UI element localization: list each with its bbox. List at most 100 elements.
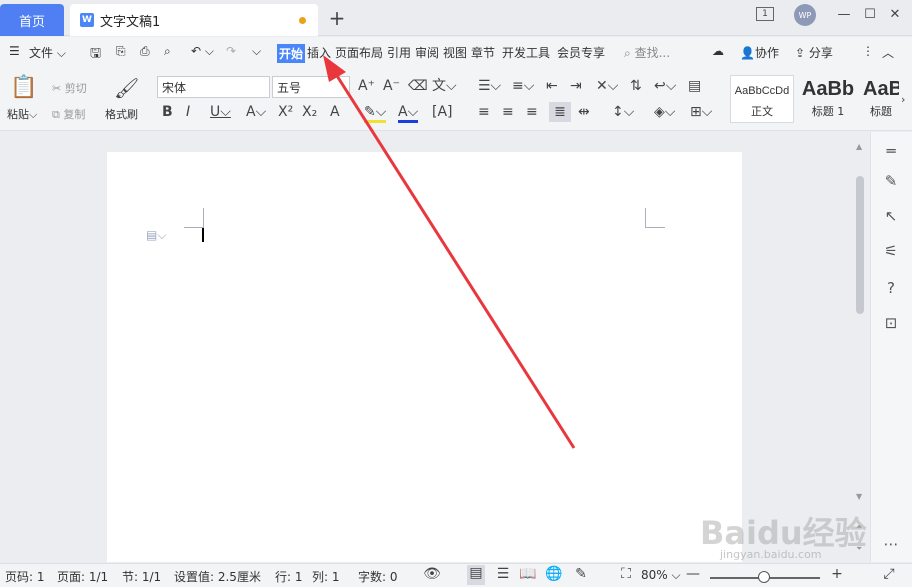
align-left-icon[interactable]: ≡ [478, 104, 490, 120]
status-section[interactable]: 节: 1/1 [122, 568, 161, 585]
menu-page-layout[interactable]: 页面布局 [335, 44, 383, 61]
paste-button[interactable]: 粘贴⌵ [7, 106, 37, 122]
align-center-icon[interactable]: ≡ [502, 104, 514, 120]
decrease-indent-icon[interactable]: ⇤ [546, 78, 558, 94]
fit-page-icon[interactable]: ⛶ [617, 566, 635, 582]
chinese-layout-icon[interactable]: ✕⌵ [596, 78, 618, 94]
outline-view-icon[interactable]: ☰ [494, 566, 512, 582]
increase-indent-icon[interactable]: ⇥ [570, 78, 582, 94]
menu-member[interactable]: 会员专享 [557, 44, 605, 61]
superscript-icon[interactable]: X² [278, 104, 293, 120]
tab-document[interactable]: W 文字文稿1 [70, 4, 318, 36]
page-view-icon[interactable]: ▤ [467, 565, 485, 585]
scroll-thumb[interactable] [856, 176, 864, 314]
select-cursor-icon[interactable]: ↖ [880, 205, 902, 227]
char-border-icon[interactable]: [A] [432, 104, 453, 120]
status-setting[interactable]: 设置值: 2.5厘米 [174, 568, 261, 585]
collab-button[interactable]: 👤协作 [740, 44, 779, 61]
format-painter-button[interactable]: 格式刷 [105, 106, 138, 122]
styles-more-icon[interactable]: › [901, 92, 905, 108]
fullscreen-icon[interactable]: ⤢ [880, 566, 898, 582]
web-view-icon[interactable]: 🌐 [545, 566, 563, 582]
style-heading[interactable]: AaB 标题 [862, 75, 900, 123]
window-count-icon[interactable]: 1 [756, 7, 774, 21]
paragraph-doc-icon[interactable]: ▤⌵ [146, 228, 166, 243]
help-icon[interactable]: ? [880, 277, 902, 299]
avatar[interactable]: WP [794, 4, 816, 26]
edit-pen-icon[interactable]: ✎ [880, 170, 902, 192]
subscript-icon[interactable]: X₂ [302, 104, 317, 120]
export-icon[interactable]: ⎘ [116, 44, 126, 59]
bullets-icon[interactable]: ☰⌵ [478, 78, 501, 94]
font-color-icon[interactable]: A⌵ [398, 104, 419, 123]
scroll-up-icon[interactable]: ▲ [856, 142, 862, 151]
italic-icon[interactable]: I [186, 104, 190, 120]
paste-icon[interactable]: 📋 [10, 76, 37, 100]
zoom-level-select[interactable]: 80% ⌵ [641, 568, 681, 583]
panel-more-icon[interactable]: ⋯ [880, 533, 902, 555]
maximize-button[interactable]: ☐ [862, 6, 878, 24]
write-mode-icon[interactable]: ✎ [572, 566, 590, 582]
save-icon[interactable]: 🖫 [90, 44, 101, 66]
highlight-icon[interactable]: ✎⌵ [364, 104, 387, 123]
menu-start[interactable]: 开始 [277, 44, 306, 63]
sort-icon[interactable]: ⇅ [630, 78, 642, 94]
reading-view-icon[interactable]: 📖 [519, 566, 537, 582]
justify-icon[interactable]: ≣ [549, 102, 571, 122]
tab-home[interactable]: 首页 [0, 4, 64, 36]
line-break-icon[interactable]: ↩⌵ [654, 78, 676, 94]
status-word-count[interactable]: 字数: 0 [358, 568, 398, 585]
font-size-select[interactable]: 五号 [272, 76, 350, 98]
style-heading1[interactable]: AaBb 标题 1 [796, 75, 860, 123]
menu-developer[interactable]: 开发工具 [502, 44, 550, 61]
zoom-slider-knob[interactable] [758, 571, 770, 583]
search-box[interactable]: ⌕ 查找... [624, 44, 670, 61]
format-painter-icon[interactable]: 🖌 [114, 76, 139, 100]
minimize-button[interactable]: — [836, 6, 852, 24]
preview-icon[interactable]: ⌕ [164, 44, 171, 59]
shading-icon[interactable]: ◈⌵ [654, 104, 675, 120]
clear-format-icon[interactable]: ⌫ [408, 78, 428, 94]
more-menu-icon[interactable]: ⋮ [862, 44, 874, 58]
undo-icon[interactable]: ↶ ⌵ [191, 44, 214, 59]
underline-icon[interactable]: U⌵ [210, 104, 231, 120]
print-icon[interactable]: ⎙ [140, 44, 150, 59]
distribute-icon[interactable]: ⇹ [578, 104, 590, 120]
menu-file[interactable]: 文件 ⌵ [29, 44, 66, 61]
ruler-icon[interactable]: ▤ [688, 78, 701, 94]
redo-icon[interactable]: ↷ [226, 44, 236, 58]
zoom-out-icon[interactable]: — [684, 566, 702, 582]
add-tab-button[interactable]: + [328, 8, 346, 28]
menu-view[interactable]: 视图 [443, 44, 467, 61]
menu-review[interactable]: 审阅 [415, 44, 439, 61]
style-normal[interactable]: AaBbCcDd 正文 [730, 75, 794, 123]
text-effect-icon[interactable]: A [330, 104, 340, 120]
scroll-down-icon[interactable]: ▼ [856, 492, 862, 501]
cut-button[interactable]: ✂ 剪切 [52, 80, 87, 96]
collapse-ribbon-icon[interactable]: ︿ [882, 44, 894, 61]
close-button[interactable]: ✕ [887, 6, 903, 24]
share-button[interactable]: ⇪ 分享 [795, 44, 833, 61]
align-right-icon[interactable]: ≡ [526, 104, 538, 120]
status-page-code[interactable]: 页码: 1 [5, 568, 45, 585]
line-spacing-icon[interactable]: ↕⌵ [612, 104, 634, 120]
numbering-icon[interactable]: ≡⌵ [512, 78, 534, 94]
menu-insert[interactable]: 插入 [307, 44, 331, 61]
backup-box-icon[interactable]: ⊡ [880, 312, 902, 334]
eye-protect-icon[interactable]: 👁 [423, 566, 441, 582]
grow-font-icon[interactable]: A⁺ [358, 78, 375, 94]
font-family-select[interactable]: 宋体 [157, 76, 270, 98]
more-quick-icon[interactable]: ⌵ [252, 44, 261, 59]
menu-references[interactable]: 引用 [387, 44, 411, 61]
status-pages[interactable]: 页面: 1/1 [57, 568, 108, 585]
shrink-font-icon[interactable]: A⁻ [383, 78, 400, 94]
adjust-sliders-icon[interactable]: ⚟ [880, 240, 902, 262]
cloud-sync-icon[interactable]: ☁ [712, 44, 724, 58]
menu-section[interactable]: 章节 [471, 44, 495, 61]
copy-button[interactable]: ⧉ 复制 [52, 106, 85, 122]
strikethrough-icon[interactable]: A⌵ [246, 104, 266, 120]
phonetic-icon[interactable]: 文⌵ [432, 78, 457, 94]
hamburger-icon[interactable]: ☰ [9, 44, 20, 58]
zoom-in-icon[interactable]: + [828, 566, 846, 582]
bold-icon[interactable]: B [162, 104, 173, 120]
